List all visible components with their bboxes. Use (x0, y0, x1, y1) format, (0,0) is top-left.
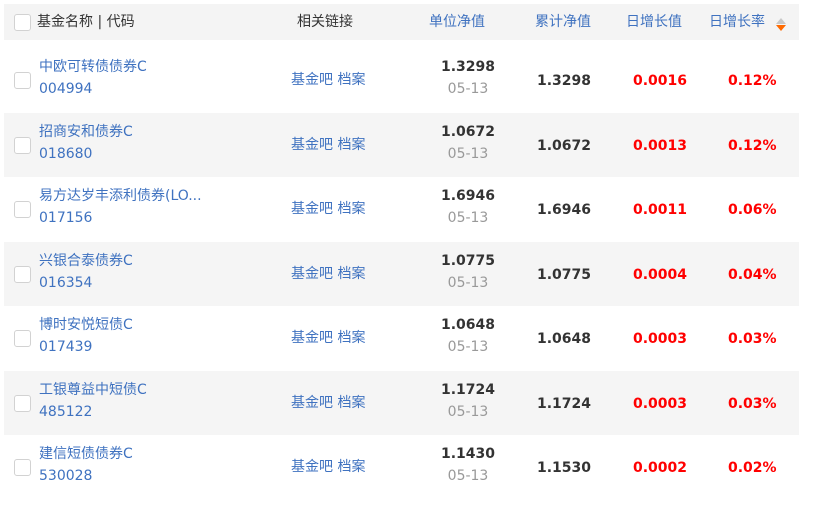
cumulative-nav-value: 1.6946 (537, 202, 592, 218)
daily-growth-rate: 0.02% (728, 460, 777, 476)
header-related-links: 相关链接 (297, 14, 353, 30)
unit-nav-value: 1.1430 (440, 446, 496, 462)
daily-growth-rate: 0.12% (728, 137, 777, 154)
nav-date: 05-13 (447, 210, 489, 226)
unit-nav-value: 1.0648 (440, 317, 496, 333)
nav-date: 05-13 (447, 274, 489, 291)
fund-code-link[interactable]: 530028 (39, 467, 92, 485)
sort-down-arrow-icon (776, 25, 786, 31)
select-all-checkbox[interactable] (14, 14, 31, 31)
fund-name-link[interactable]: 工银尊益中短债C (39, 381, 147, 399)
fund-forum-link[interactable]: 基金吧 (291, 201, 333, 217)
related-links: 基金吧 档案 (291, 71, 365, 89)
fund-profile-link[interactable]: 档案 (337, 395, 365, 411)
sort-up-arrow-icon (776, 18, 786, 24)
unit-nav-value: 1.6946 (440, 188, 496, 204)
related-links: 基金吧 档案 (291, 394, 365, 412)
cumulative-nav-value: 1.0775 (537, 266, 592, 283)
fund-code-link[interactable]: 016354 (39, 274, 92, 292)
unit-nav-value: 1.1724 (440, 381, 496, 398)
table-row: 易方达岁丰添利债券(LO... 017156 基金吧 档案 1.6946 05-13 1.… (4, 177, 799, 241)
cumulative-nav-value: 1.0672 (537, 137, 592, 154)
fund-name-link[interactable]: 招商安和债券C (39, 123, 133, 141)
fund-forum-link[interactable]: 基金吧 (291, 72, 333, 88)
fund-name-link[interactable]: 建信短债债券C (39, 445, 133, 463)
fund-code-link[interactable]: 004994 (39, 80, 92, 98)
header-unit-nav[interactable]: 单位净值 (429, 14, 485, 30)
nav-date: 05-13 (447, 145, 489, 162)
cumulative-nav-value: 1.0648 (537, 331, 592, 347)
fund-profile-link[interactable]: 档案 (337, 201, 365, 217)
cumulative-nav-value: 1.1724 (537, 395, 592, 412)
related-links: 基金吧 档案 (291, 329, 365, 347)
table-header: 基金名称 | 代码 相关链接 单位净值 累计净值 日增长值 日增长率 (4, 4, 799, 40)
row-checkbox[interactable] (14, 459, 31, 476)
row-checkbox[interactable] (14, 394, 31, 412)
fund-code-link[interactable]: 017156 (39, 209, 92, 227)
table-row: 中欧可转债债券C 004994 基金吧 档案 1.3298 05-13 1.3298 0.0… (4, 48, 799, 112)
daily-growth-value: 0.0016 (633, 73, 688, 89)
fund-code-link[interactable]: 017439 (39, 338, 92, 356)
table-row: 博时安悦短债C 017439 基金吧 档案 1.0648 05-13 1.0648 0.00… (4, 306, 799, 370)
header-cumulative-nav[interactable]: 累计净值 (535, 14, 591, 30)
daily-growth-rate: 0.03% (728, 331, 777, 347)
fund-code-link[interactable]: 018680 (39, 145, 92, 163)
fund-name-link[interactable]: 博时安悦短债C (39, 316, 133, 334)
fund-forum-link[interactable]: 基金吧 (291, 266, 333, 282)
row-checkbox[interactable] (14, 265, 31, 283)
unit-nav-value: 1.3298 (440, 59, 496, 75)
daily-growth-value: 0.0011 (633, 202, 688, 218)
cumulative-nav-value: 1.3298 (537, 73, 592, 89)
daily-growth-rate: 0.12% (728, 73, 777, 89)
daily-growth-rate: 0.06% (728, 202, 777, 218)
table-row: 工银尊益中短债C 485122 基金吧 档案 1.1724 05-13 1.1724 0.0… (4, 370, 799, 435)
fund-profile-link[interactable]: 档案 (337, 137, 365, 153)
fund-name-link[interactable]: 中欧可转债债券C (39, 58, 147, 76)
row-checkbox[interactable] (14, 330, 31, 347)
daily-growth-rate: 0.03% (728, 395, 777, 412)
nav-date: 05-13 (447, 403, 489, 420)
sort-desc-icon[interactable] (776, 18, 787, 34)
row-checkbox[interactable] (14, 72, 31, 89)
daily-growth-value: 0.0004 (633, 266, 688, 283)
table-row: 建信短债债券C 530028 基金吧 档案 1.1430 05-13 1.1530 0.00… (4, 435, 799, 499)
fund-profile-link[interactable]: 档案 (337, 266, 365, 282)
header-daily-growth-rate[interactable]: 日增长率 (709, 14, 765, 30)
header-daily-growth-value[interactable]: 日增长值 (626, 14, 682, 30)
table-row: 兴银合泰债券C 016354 基金吧 档案 1.0775 05-13 1.0775 0.00… (4, 241, 799, 306)
row-checkbox[interactable] (14, 136, 31, 154)
table-row: 招商安和债券C 018680 基金吧 档案 1.0672 05-13 1.0672 0.00… (4, 112, 799, 177)
cumulative-nav-value: 1.1530 (537, 460, 592, 476)
fund-name-link[interactable]: 易方达岁丰添利债券(LO... (39, 187, 202, 205)
related-links: 基金吧 档案 (291, 136, 365, 154)
unit-nav-value: 1.0775 (440, 252, 496, 269)
fund-code-link[interactable]: 485122 (39, 403, 92, 421)
fund-name-link[interactable]: 兴银合泰债券C (39, 252, 133, 270)
fund-forum-link[interactable]: 基金吧 (291, 330, 333, 346)
header-fund-name-code: 基金名称 | 代码 (37, 14, 135, 30)
unit-nav-value: 1.0672 (440, 123, 496, 140)
nav-date: 05-13 (447, 81, 489, 97)
related-links: 基金吧 档案 (291, 265, 365, 283)
daily-growth-rate: 0.04% (728, 266, 777, 283)
daily-growth-value: 0.0002 (633, 460, 688, 476)
related-links: 基金吧 档案 (291, 458, 365, 476)
fund-forum-link[interactable]: 基金吧 (291, 459, 333, 475)
fund-forum-link[interactable]: 基金吧 (291, 137, 333, 153)
fund-profile-link[interactable]: 档案 (337, 330, 365, 346)
fund-profile-link[interactable]: 档案 (337, 72, 365, 88)
daily-growth-value: 0.0013 (633, 137, 688, 154)
daily-growth-value: 0.0003 (633, 331, 688, 347)
nav-date: 05-13 (447, 468, 489, 484)
fund-forum-link[interactable]: 基金吧 (291, 395, 333, 411)
related-links: 基金吧 档案 (291, 200, 365, 218)
daily-growth-value: 0.0003 (633, 395, 688, 412)
fund-profile-link[interactable]: 档案 (337, 459, 365, 475)
nav-date: 05-13 (447, 339, 489, 355)
row-checkbox[interactable] (14, 201, 31, 218)
